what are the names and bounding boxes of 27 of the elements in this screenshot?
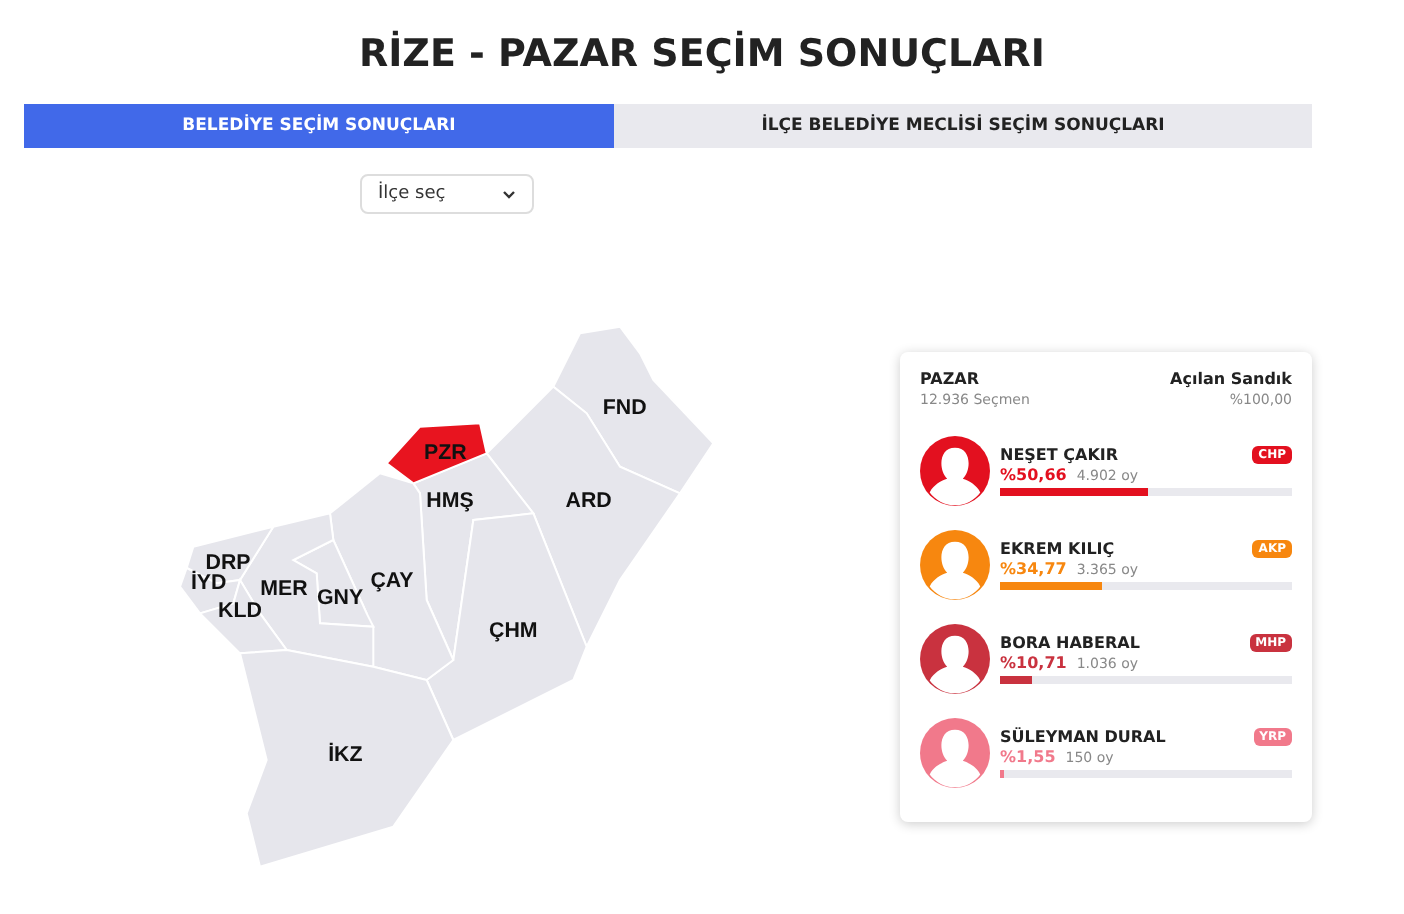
district-label: DRP <box>205 550 251 575</box>
vote-percent: %50,66 <box>1000 466 1067 484</box>
district-label: ÇAY <box>370 569 414 594</box>
district-label: GNY <box>316 586 364 610</box>
candidate-name: SÜLEYMAN DURAL <box>1000 728 1166 746</box>
vote-percent: %34,77 <box>1000 560 1067 578</box>
district-label: FND <box>602 396 647 420</box>
vote-percent: %10,71 <box>1000 654 1067 672</box>
district-label: PZR <box>424 441 467 466</box>
district-label: ARD <box>565 489 612 514</box>
candidate-name: NEŞET ÇAKIR <box>1000 446 1119 464</box>
page-title: RİZE - PAZAR SEÇİM SONUÇLARI <box>356 28 1047 80</box>
district-label: MER <box>260 577 308 602</box>
opened-label: Açılan Sandık <box>1170 370 1292 388</box>
district-label: İKZ <box>328 742 363 767</box>
chevron-icon <box>502 189 516 199</box>
district-label: ÇHM <box>489 619 538 644</box>
district-label: İYD <box>190 570 227 595</box>
tab[interactable]: BELEDİYE SEÇİM SONUÇLARI <box>24 104 614 148</box>
candidate-name: EKREM KILIÇ <box>1000 540 1115 558</box>
vote-percent: %1,55 <box>1000 748 1056 766</box>
district-label: KLD <box>218 599 262 624</box>
candidate-name: BORA HABERAL <box>1000 634 1140 652</box>
district-name: PAZAR <box>920 370 981 388</box>
district-area[interactable] <box>385 422 488 485</box>
district-dropdown[interactable]: İlçe seç <box>360 174 534 214</box>
district-label: HMŞ <box>426 489 474 514</box>
